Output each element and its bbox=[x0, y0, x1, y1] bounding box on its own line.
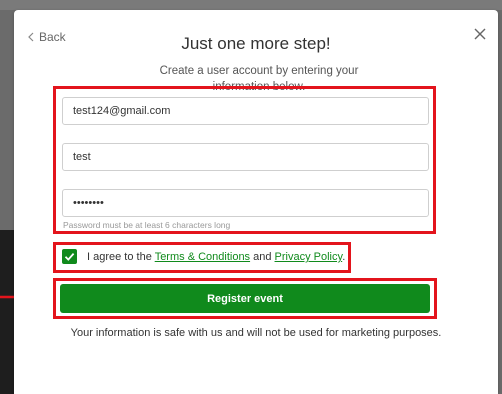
email-field[interactable] bbox=[62, 97, 429, 125]
terms-suffix: . bbox=[342, 251, 346, 263]
checkmark-icon bbox=[64, 253, 75, 261]
background-top-strip bbox=[0, 0, 502, 10]
name-field[interactable] bbox=[62, 143, 429, 171]
terms-checkbox[interactable] bbox=[62, 249, 77, 264]
terms-agreement-text: I agree to the Terms & Conditions and Pr… bbox=[87, 251, 345, 263]
modal-title: Just one more step! bbox=[181, 34, 331, 53]
password-field[interactable] bbox=[62, 189, 429, 217]
terms-conditions-link[interactable]: Terms & Conditions bbox=[155, 251, 250, 263]
privacy-note: Your information is safe with us and wil… bbox=[70, 327, 442, 339]
terms-middle: and bbox=[250, 251, 275, 263]
background-page-edge bbox=[0, 230, 14, 394]
terms-prefix: I agree to the bbox=[87, 251, 155, 263]
password-hint: Password must be at least 6 characters l… bbox=[63, 220, 231, 230]
register-event-button[interactable]: Register event bbox=[60, 284, 430, 313]
privacy-policy-link[interactable]: Privacy Policy bbox=[275, 251, 343, 263]
